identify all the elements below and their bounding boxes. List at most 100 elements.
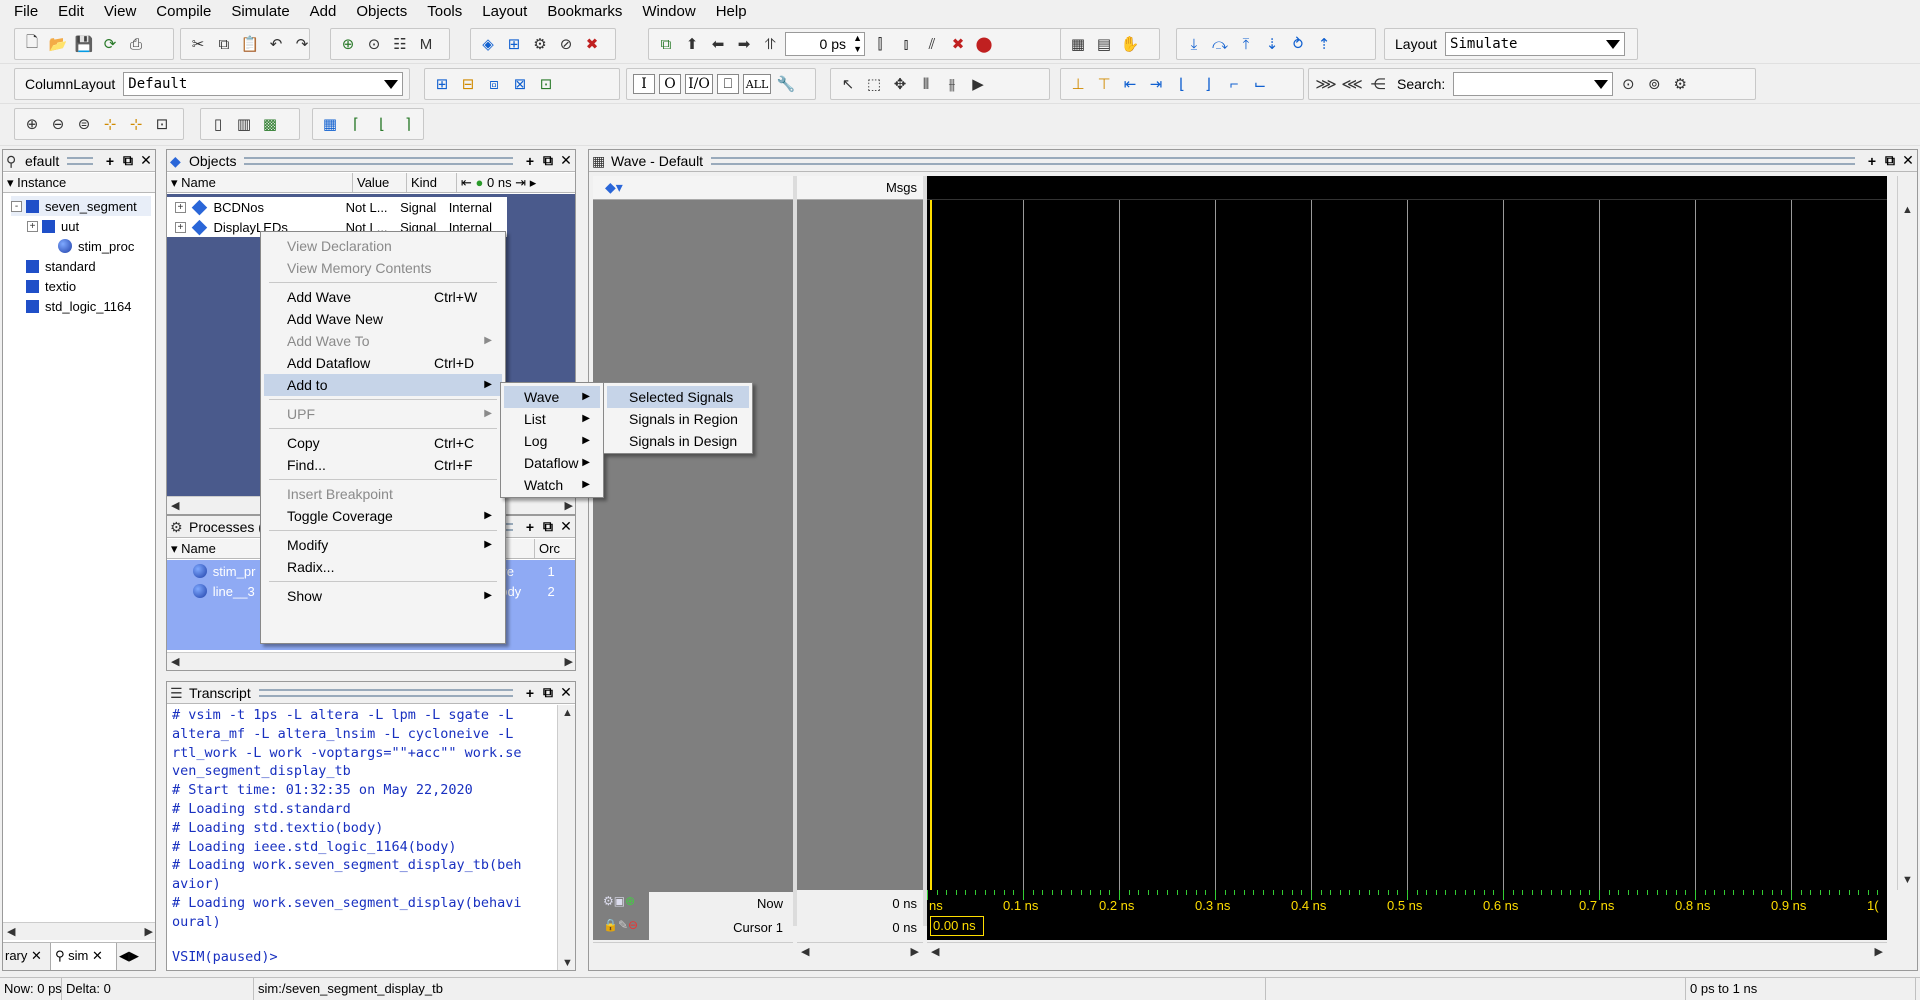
- column-layout-select[interactable]: Default: [123, 72, 403, 96]
- tree-item[interactable]: std_logic_1164: [11, 296, 132, 316]
- menu-item-wave[interactable]: Wave ▶: [504, 386, 600, 408]
- print-icon[interactable]: ⎙: [125, 33, 147, 55]
- step-down-icon[interactable]: ⇣: [1261, 33, 1283, 55]
- compile-icon[interactable]: ◈: [477, 33, 499, 55]
- expand-icon[interactable]: +: [175, 221, 186, 233]
- hand-icon[interactable]: ✋: [1119, 33, 1141, 55]
- undock-icon[interactable]: ⧉: [539, 152, 557, 170]
- scroll-down-icon[interactable]: ▼: [562, 957, 573, 969]
- dataflow-icon[interactable]: ⋲: [1367, 73, 1389, 95]
- menu-item-signals-in-design[interactable]: Signals in Design: [607, 430, 749, 452]
- cursor-label[interactable]: Cursor 1: [649, 916, 793, 940]
- menu-item-upf[interactable]: UPF ▶: [264, 403, 502, 425]
- add-wave-icon[interactable]: ⊞: [431, 73, 453, 95]
- menu-objects[interactable]: Objects: [346, 0, 417, 24]
- step-back-icon[interactable]: ⥁: [1287, 33, 1309, 55]
- menu-item-radix[interactable]: Radix...: [264, 556, 502, 578]
- menu-item-add-wave-new[interactable]: Add Wave New: [264, 308, 502, 330]
- menu-file[interactable]: File: [4, 0, 48, 24]
- step-into-icon[interactable]: ⤓: [1183, 33, 1205, 55]
- menu-item-copy[interactable]: Copy Ctrl+C: [264, 432, 502, 454]
- menu-edit[interactable]: Edit: [48, 0, 94, 24]
- scroll-right-icon[interactable]: ▶: [565, 499, 573, 512]
- step-out-icon[interactable]: ⤒: [1235, 33, 1257, 55]
- open-folder-icon[interactable]: 📂: [47, 33, 69, 55]
- wave-vscrollbar[interactable]: ▲ ▼: [1897, 176, 1915, 890]
- wave-step-icon[interactable]: ⌊: [371, 113, 393, 135]
- menu-item-modify[interactable]: Modify ▶: [264, 534, 502, 556]
- undo-icon[interactable]: ↶: [265, 33, 287, 55]
- find-any-icon[interactable]: ⌙: [1249, 73, 1271, 95]
- transcript-vscrollbar[interactable]: ▲ ▼: [557, 705, 575, 970]
- scroll-left-icon[interactable]: ◀: [931, 945, 939, 958]
- column-value[interactable]: Value: [353, 173, 407, 192]
- panel-add-icon[interactable]: +: [1863, 152, 1881, 170]
- end-sim-icon[interactable]: ✖: [581, 33, 603, 55]
- add-cursor-icon[interactable]: ⊥: [1067, 73, 1089, 95]
- panel-grip[interactable]: [67, 156, 93, 165]
- panel-grip[interactable]: [258, 688, 513, 697]
- menu-item-view-memory-contents[interactable]: View Memory Contents: [264, 257, 502, 279]
- select-pointer-icon[interactable]: ↖: [837, 73, 859, 95]
- expand-icon[interactable]: +: [27, 220, 38, 232]
- tab-scroll-icon[interactable]: ◀▶: [117, 943, 141, 970]
- zoom-out-icon[interactable]: ⊖: [47, 113, 69, 135]
- prev-edge-icon[interactable]: ⇤: [1119, 73, 1141, 95]
- menu-item-view-declaration[interactable]: View Declaration: [264, 235, 502, 257]
- filter-inout-button[interactable]: I/O: [685, 74, 713, 94]
- menu-item-signals-in-region[interactable]: Signals in Region: [607, 408, 749, 430]
- menu-item-insert-breakpoint[interactable]: Insert Breakpoint: [264, 483, 502, 505]
- search-options-icon[interactable]: ⊚: [1643, 73, 1665, 95]
- step-up-icon[interactable]: ⇡: [1313, 33, 1335, 55]
- menu-item-add-wave[interactable]: Add Wave Ctrl+W: [264, 286, 502, 308]
- binoculars-icon[interactable]: ⊙: [363, 33, 385, 55]
- find-transition-icon[interactable]: ⌐: [1223, 73, 1245, 95]
- step-icon[interactable]: ⧉: [655, 33, 677, 55]
- memory-icon[interactable]: M: [415, 33, 437, 55]
- scroll-left-icon[interactable]: ◀: [7, 925, 15, 938]
- transcript-output[interactable]: # vsim -t 1ps -L altera -L lpm -L sgate …: [172, 706, 554, 932]
- restart-icon[interactable]: ⥣: [759, 33, 781, 55]
- wave-height-icon[interactable]: ▦: [319, 113, 341, 135]
- filter-internal-icon[interactable]: ⎕: [717, 74, 739, 94]
- menu-item-find[interactable]: Find... Ctrl+F: [264, 454, 502, 476]
- expand-icon[interactable]: ⋙: [1315, 73, 1337, 95]
- menu-item-dataflow[interactable]: Dataflow ▶: [504, 452, 600, 474]
- menu-layout[interactable]: Layout: [472, 0, 537, 24]
- scroll-right-icon[interactable]: ▶: [145, 925, 153, 938]
- object-row[interactable]: + BCDNos Not L... Signal Internal: [167, 197, 507, 217]
- add-watch-icon[interactable]: ⊡: [535, 73, 557, 95]
- zoom-range-icon[interactable]: ⊡: [151, 113, 173, 135]
- find-fall-icon[interactable]: ⌋: [1197, 73, 1219, 95]
- expand-icon[interactable]: +: [175, 201, 186, 213]
- menu-add[interactable]: Add: [300, 0, 347, 24]
- menu-item-add-wave-to[interactable]: Add Wave To ▶: [264, 330, 502, 352]
- run-length-field[interactable]: 0 ps ▲ ▼: [785, 32, 865, 56]
- time-ruler[interactable]: ns 0.1 ns 0.2 ns 0.3 ns 0.4 ns 0.5 ns 0.6 ns 0.…: [927, 890, 1887, 940]
- names-hscrollbar[interactable]: [593, 942, 793, 960]
- tree-item[interactable]: stim_proc: [43, 236, 134, 256]
- up-arrow-icon[interactable]: ⬆: [681, 33, 703, 55]
- menu-item-toggle-coverage[interactable]: Toggle Coverage ▶: [264, 505, 502, 527]
- simulate-icon[interactable]: ⚙: [529, 33, 551, 55]
- instance-column-header[interactable]: ▾ Instance: [3, 173, 155, 192]
- close-icon[interactable]: ✕: [137, 152, 155, 170]
- layout-select[interactable]: Simulate: [1445, 32, 1626, 56]
- color-icon[interactable]: ▩: [259, 113, 281, 135]
- memory-profile-icon[interactable]: ▤: [1093, 33, 1115, 55]
- menu-window[interactable]: Window: [632, 0, 705, 24]
- scroll-left-icon[interactable]: ◀: [801, 945, 809, 958]
- scroll-right-icon[interactable]: ▶: [565, 655, 573, 668]
- panel-add-icon[interactable]: +: [521, 518, 539, 536]
- zoom-last-icon[interactable]: ⊹: [125, 113, 147, 135]
- tab-library[interactable]: rary ✕: [3, 943, 51, 970]
- performance-icon[interactable]: ▦: [1067, 33, 1089, 55]
- menu-tools[interactable]: Tools: [417, 0, 472, 24]
- new-file-icon[interactable]: 🗋: [21, 33, 43, 55]
- play-icon[interactable]: ▶: [967, 73, 989, 95]
- wave-fall-icon[interactable]: ⌉: [397, 113, 419, 135]
- transcript-prompt[interactable]: VSIM(paused)>: [172, 948, 278, 967]
- menu-simulate[interactable]: Simulate: [221, 0, 299, 24]
- undock-icon[interactable]: ⧉: [1881, 152, 1899, 170]
- panel-add-icon[interactable]: +: [521, 684, 539, 702]
